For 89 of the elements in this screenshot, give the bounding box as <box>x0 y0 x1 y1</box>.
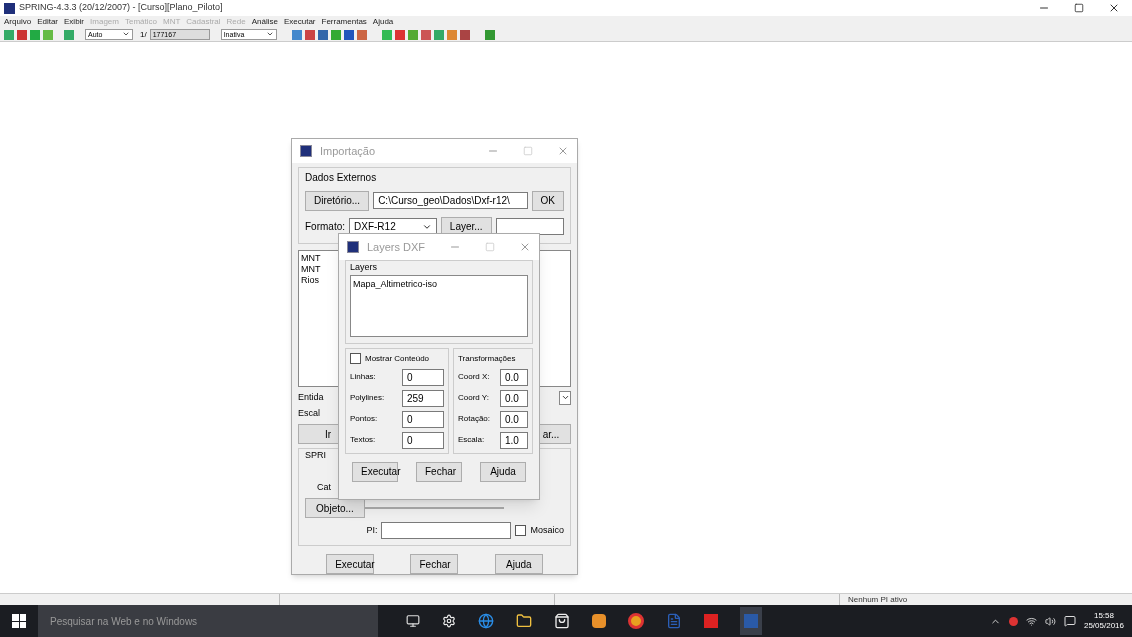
menu-item[interactable]: Análise <box>251 16 278 28</box>
group-label: Dados Externos <box>305 170 378 185</box>
document-icon[interactable] <box>666 613 682 629</box>
transform-label: Escala: <box>458 434 485 446</box>
dialog-title: Importação <box>320 143 377 159</box>
toolbar-icon[interactable] <box>407 29 418 40</box>
category-label: Cat <box>317 480 332 494</box>
layer-field[interactable] <box>495 218 564 236</box>
toolbar-icon[interactable] <box>420 29 431 40</box>
toolbar-icon[interactable] <box>304 29 315 40</box>
checkbox[interactable] <box>350 353 361 364</box>
layer-list[interactable]: Mapa_Altimetrico-iso <box>350 274 528 337</box>
group-label: Layers <box>350 261 378 274</box>
count-field[interactable]: 0 <box>402 410 444 428</box>
toolbar-icon[interactable] <box>4 29 14 40</box>
transform-field[interactable]: 0.0 <box>500 389 528 407</box>
transform-label: Coord Y: <box>458 392 489 404</box>
count-field[interactable]: 0 <box>402 431 444 449</box>
count-label: Polylines: <box>350 392 385 404</box>
start-icon[interactable] <box>12 614 26 628</box>
directory-field[interactable]: C:\Curso_geo\Dados\Dxf-r12\ <box>373 192 528 210</box>
toolbar-icon[interactable] <box>17 29 27 40</box>
ok-button[interactable]: OK <box>531 190 564 211</box>
count-field[interactable]: 0 <box>402 368 444 386</box>
menu-item[interactable]: Exibir <box>64 16 85 28</box>
scale-label: Escal <box>298 406 320 420</box>
notifications-icon[interactable] <box>1063 615 1076 627</box>
volume-icon[interactable] <box>1044 615 1056 627</box>
count-field[interactable]: 259 <box>402 389 444 407</box>
count-label: Pontos: <box>350 413 378 425</box>
maximize-icon[interactable] <box>1074 3 1084 13</box>
app-icon <box>300 144 312 157</box>
dialog-button[interactable]: Ajuda <box>494 554 543 574</box>
store-icon[interactable] <box>554 613 570 629</box>
page-label: 1/ <box>140 28 147 41</box>
menu-item[interactable]: Executar <box>283 16 316 28</box>
dialog-button[interactable]: Executar <box>326 554 375 574</box>
alert-icon[interactable] <box>1008 616 1018 626</box>
settings-icon[interactable] <box>442 614 456 628</box>
transform-field[interactable]: 1.0 <box>500 431 528 449</box>
network-icon[interactable] <box>1025 615 1037 627</box>
app-icon <box>4 2 15 14</box>
media-icon[interactable] <box>592 614 606 628</box>
transform-field[interactable]: 0.0 <box>500 410 528 428</box>
transform-field[interactable]: 0.0 <box>500 368 528 386</box>
dialog-button[interactable]: Fechar <box>410 554 459 574</box>
window-title: SPRING-4.3.3 (20/12/2007) - [Curso][Plano_Piloto] <box>19 1 224 15</box>
list-item[interactable]: Mapa_Altimetrico-iso <box>353 277 525 291</box>
menu-item[interactable]: Editar <box>37 16 59 28</box>
app-icon <box>347 241 359 253</box>
toolbar-icon[interactable] <box>330 29 341 40</box>
toolbar-icon[interactable] <box>356 29 367 40</box>
folder-icon[interactable] <box>516 613 532 629</box>
clock-time: 15:58 <box>1093 611 1114 621</box>
count-label: Linhas: <box>350 371 376 383</box>
transform-label: Coord X: <box>458 371 490 383</box>
pi-label: PI: <box>366 523 378 537</box>
toolbar-icon[interactable] <box>459 29 470 40</box>
menu-item[interactable]: Ferramentas <box>321 16 367 28</box>
toolbar-icon[interactable] <box>30 29 40 40</box>
dialog-title: Layers DXF <box>367 239 427 255</box>
object-button[interactable]: Objeto... <box>305 498 365 518</box>
toolbar-icon[interactable] <box>484 29 495 40</box>
dialog-button[interactable]: Fechar <box>416 461 462 482</box>
format-label: Formato: <box>305 220 345 235</box>
group-label: SPRI <box>305 449 327 462</box>
toolbar-icon[interactable] <box>343 29 354 40</box>
transform-label: Rotação: <box>458 413 491 425</box>
checkbox[interactable] <box>515 525 527 536</box>
dialog-button[interactable]: Ajuda <box>480 461 526 482</box>
close-icon[interactable] <box>1108 2 1120 14</box>
toolbar-icon[interactable] <box>291 29 302 40</box>
toolbar-icon[interactable] <box>433 29 444 40</box>
toolbar-icon[interactable] <box>317 29 328 40</box>
checkbox-label: Mostrar Conteúdo <box>365 352 430 365</box>
menu-item[interactable]: Ajuda <box>372 16 394 28</box>
directory-button[interactable]: Diretório... <box>305 190 370 211</box>
entity-label: Entida <box>298 390 324 404</box>
task-view-icon[interactable] <box>406 614 420 628</box>
pi-field[interactable] <box>381 522 512 539</box>
toolbar-icon[interactable] <box>64 29 74 40</box>
search-field[interactable]: Pesquisar na Web e no Windows <box>38 605 378 637</box>
mosaic-label: Mosaico <box>530 523 564 537</box>
toolbar-icon[interactable] <box>394 29 405 40</box>
browser-icon[interactable] <box>478 613 494 629</box>
group-label: Transformações <box>458 352 517 365</box>
menu-item[interactable]: Arquivo <box>4 16 32 28</box>
status-message: Nenhum PI ativo <box>847 594 909 605</box>
clock-date: 25/05/2016 <box>1083 621 1124 631</box>
